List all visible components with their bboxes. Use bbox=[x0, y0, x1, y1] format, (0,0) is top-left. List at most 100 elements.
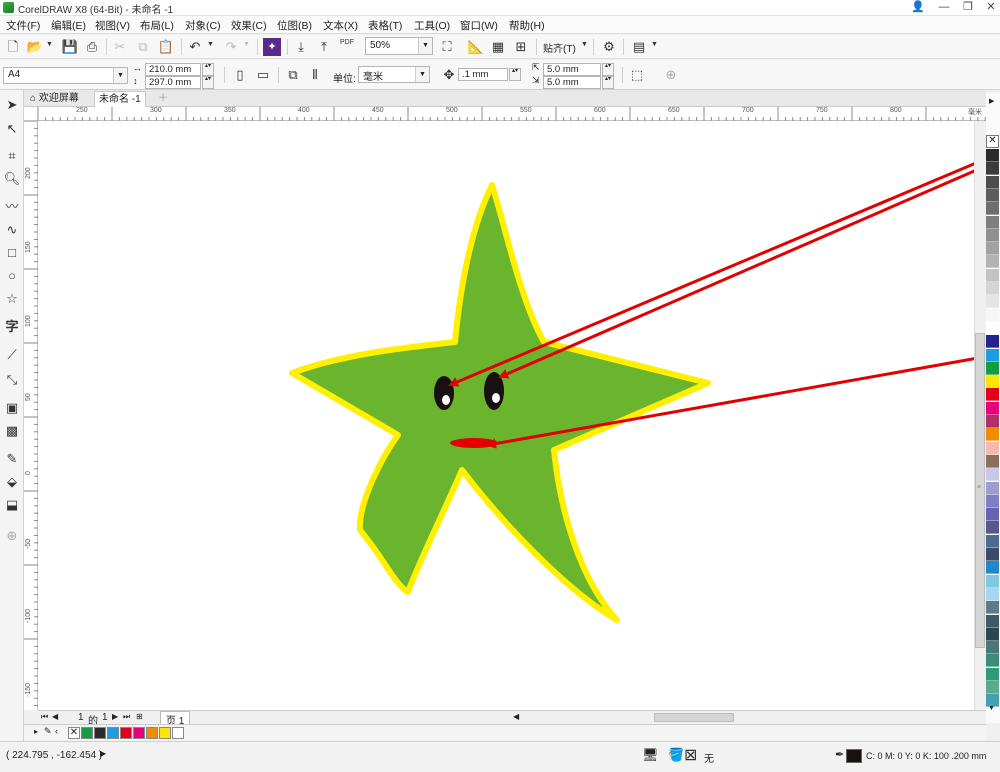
palette-swatch[interactable] bbox=[986, 335, 999, 349]
units-dropdown-icon[interactable]: ▼ bbox=[415, 67, 429, 82]
duplicate-x-spinner[interactable]: ▴▾ bbox=[602, 63, 614, 76]
open-folder-icon[interactable]: 📂 bbox=[26, 38, 44, 56]
palette-swatch[interactable] bbox=[986, 574, 999, 588]
interactive-fill-icon[interactable]: ⬙ bbox=[3, 473, 21, 491]
palette-swatch[interactable] bbox=[986, 667, 999, 681]
outline-pen-icon[interactable]: ✒ bbox=[835, 748, 844, 761]
outline-color-swatch[interactable] bbox=[846, 749, 862, 763]
polygon-star-tool-icon[interactable]: ☆ bbox=[3, 290, 21, 308]
zoom-tool-icon[interactable]: 🔍︎ bbox=[3, 170, 21, 188]
menu-file[interactable]: 文件(F) bbox=[6, 18, 40, 33]
no-color-swatch[interactable]: ✕ bbox=[986, 135, 999, 148]
palette-swatch[interactable] bbox=[986, 481, 999, 495]
doc-palette-none-swatch[interactable]: ✕ bbox=[68, 727, 80, 739]
palette-swatch[interactable] bbox=[986, 162, 999, 176]
ellipse-tool-icon[interactable]: ○ bbox=[3, 267, 21, 285]
current-page-icon[interactable]: ⫴ bbox=[306, 66, 324, 84]
undo-icon[interactable]: ↶ bbox=[186, 38, 204, 56]
palette-swatch[interactable] bbox=[986, 282, 999, 295]
show-grid-icon[interactable]: ▦ bbox=[489, 38, 507, 56]
full-screen-icon[interactable]: ⛶ bbox=[438, 38, 456, 56]
palette-swatch[interactable] bbox=[986, 255, 999, 269]
menu-effects[interactable]: 效果(C) bbox=[231, 18, 267, 33]
palette-swatch[interactable] bbox=[986, 614, 999, 628]
cut-icon[interactable]: ✂ bbox=[111, 38, 129, 56]
launcher-dropdown-icon[interactable]: ▼ bbox=[651, 41, 658, 48]
artistic-media-icon[interactable]: ∿ bbox=[3, 221, 21, 239]
palette-swatch[interactable] bbox=[986, 268, 999, 282]
import-icon[interactable]: ⤓ bbox=[292, 38, 310, 56]
add-tool-icon[interactable]: ⊕ bbox=[3, 527, 21, 545]
doc-palette-swatch[interactable] bbox=[159, 727, 171, 739]
undo-dropdown-icon[interactable]: ▼ bbox=[207, 41, 214, 48]
palette-swatch[interactable] bbox=[986, 428, 999, 442]
palette-swatch[interactable] bbox=[986, 641, 999, 655]
smart-fill-icon[interactable]: ⬓ bbox=[3, 496, 21, 514]
connector-tool-icon[interactable]: ⤡ bbox=[3, 371, 21, 389]
mouth-shape[interactable] bbox=[450, 438, 498, 448]
units-combo[interactable]: 毫米 ▼ bbox=[358, 66, 430, 83]
add-toolbar-icon[interactable]: ⊕ bbox=[662, 66, 680, 84]
page-width-spinner[interactable]: ▴▾ bbox=[202, 63, 214, 76]
print-icon[interactable]: ⎙ bbox=[83, 38, 101, 56]
paste-icon[interactable]: 📋 bbox=[157, 38, 175, 56]
new-document-icon[interactable]: 🗋 bbox=[4, 38, 22, 56]
palette-swatch[interactable] bbox=[986, 681, 999, 694]
doc-palette-swatch[interactable] bbox=[81, 727, 93, 739]
duplicate-y-spinner[interactable]: ▴▾ bbox=[602, 76, 614, 89]
eyedropper-tool-icon[interactable]: ✎ bbox=[3, 450, 21, 468]
last-page-icon[interactable]: ⏭ bbox=[123, 712, 130, 722]
landscape-icon[interactable]: ▭ bbox=[254, 66, 272, 84]
palette-swatch[interactable] bbox=[986, 494, 999, 508]
all-pages-icon[interactable]: ⧉ bbox=[284, 66, 302, 84]
publish-pdf-icon[interactable]: PDF bbox=[338, 38, 356, 56]
palette-swatch[interactable] bbox=[986, 561, 999, 575]
palette-swatch[interactable] bbox=[986, 228, 999, 242]
menu-text[interactable]: 文本(X) bbox=[323, 18, 358, 33]
show-guidelines-icon[interactable]: ⊞ bbox=[512, 38, 530, 56]
next-page-icon[interactable]: ▶ bbox=[112, 712, 118, 721]
tab-welcome-screen[interactable]: ⌂ 欢迎屏幕 bbox=[26, 91, 83, 107]
palette-swatch[interactable] bbox=[986, 454, 999, 468]
doc-palette-swatch[interactable] bbox=[172, 727, 184, 739]
page-width-input[interactable]: 210.0 mm bbox=[145, 63, 201, 76]
freehand-tool-icon[interactable]: 〰 bbox=[3, 198, 21, 216]
parallel-dimension-icon[interactable]: ⟋ bbox=[3, 346, 21, 364]
snap-dropdown-icon[interactable]: ▼ bbox=[581, 41, 588, 48]
redo-icon[interactable]: ↷ bbox=[222, 38, 240, 56]
zoom-level-combo[interactable]: 50% ▼ bbox=[365, 37, 433, 55]
palette-swatch[interactable] bbox=[986, 215, 999, 229]
left-eye[interactable] bbox=[434, 376, 454, 410]
palette-swatch[interactable] bbox=[986, 149, 999, 162]
palette-swatch[interactable] bbox=[986, 441, 999, 455]
palette-scroll-down-icon[interactable]: ▼ bbox=[988, 705, 995, 712]
open-dropdown-icon[interactable]: ▼ bbox=[46, 41, 53, 48]
doc-palette-swatch[interactable] bbox=[133, 727, 145, 739]
export-icon[interactable]: ⤒ bbox=[315, 38, 333, 56]
status-expand-icon[interactable]: ▶ bbox=[100, 749, 106, 758]
doc-palette-swatch[interactable] bbox=[107, 727, 119, 739]
palette-swatch[interactable] bbox=[986, 548, 999, 561]
add-page-icon[interactable]: ⊞ bbox=[136, 712, 143, 721]
duplicate-y-input[interactable]: 5.0 mm bbox=[543, 76, 601, 89]
search-content-icon[interactable]: ✦ bbox=[263, 38, 281, 56]
text-tool-icon[interactable]: 字 bbox=[3, 318, 21, 336]
transparency-tool-icon[interactable]: ▩ bbox=[3, 422, 21, 440]
palette-swatch[interactable] bbox=[986, 534, 999, 548]
redo-dropdown-icon[interactable]: ▼ bbox=[243, 41, 250, 48]
palette-swatch[interactable] bbox=[986, 415, 999, 428]
palette-swatch[interactable] bbox=[986, 348, 999, 362]
palette-swatch[interactable] bbox=[986, 401, 999, 415]
palette-swatch[interactable] bbox=[986, 521, 999, 535]
horizontal-ruler[interactable]: 250 300 350 400 450 500 550 600 650 700 750 800 毫米 bbox=[38, 107, 986, 121]
rectangle-tool-icon[interactable]: □ bbox=[3, 244, 21, 262]
crop-tool-icon[interactable]: ⌗ bbox=[3, 147, 21, 165]
prev-page-icon[interactable]: ◀ bbox=[52, 712, 58, 721]
treat-as-filled-icon[interactable]: ⬚ bbox=[628, 66, 646, 84]
menu-tools[interactable]: 工具(O) bbox=[414, 18, 450, 33]
palette-swatch[interactable] bbox=[986, 242, 999, 256]
doc-palette-menu-icon[interactable]: ▸ bbox=[34, 727, 38, 736]
menu-bitmaps[interactable]: 位图(B) bbox=[277, 18, 312, 33]
shape-tool-icon[interactable]: ↖ bbox=[3, 120, 21, 138]
menu-table[interactable]: 表格(T) bbox=[368, 18, 402, 33]
